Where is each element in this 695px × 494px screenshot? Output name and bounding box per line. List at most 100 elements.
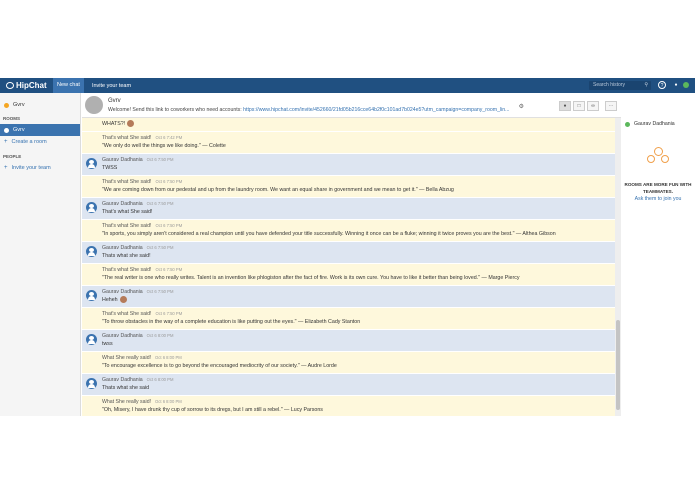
message-row: That's what She said! Oct 6 7:42 PM "We on…: [82, 132, 615, 154]
message-row: That's what She said! Oct 6 7:50 PM "In sp…: [82, 220, 615, 242]
message-row: Gaurav Dadhania Oct 6 8:00 PM twss: [82, 330, 615, 352]
message-row: Gaurav Dadhania Oct 6 7:50 PM That's what …: [82, 198, 615, 220]
message-sender[interactable]: Gaurav Dadhania: [102, 333, 143, 339]
message-row: Gaurav Dadhania Oct 6 7:50 PM Heheh: [82, 286, 615, 308]
message-sender[interactable]: Gaurav Dadhania: [102, 245, 143, 251]
invite-team-link[interactable]: Invite your team: [92, 83, 131, 89]
message-text: "The real writer is one who really write…: [102, 275, 520, 281]
person-icon: ●: [563, 103, 567, 109]
user-profile-icon[interactable]: ●: [672, 81, 680, 89]
people-header: PEOPLE: [3, 154, 22, 159]
emoticon-icon: [119, 296, 127, 304]
room-icon: [4, 127, 9, 133]
team-illustration-icon: [645, 145, 671, 171]
message-meta: Gaurav Dadhania Oct 6 7:50 PM: [102, 288, 615, 296]
new-chat-button[interactable]: New chat: [53, 78, 84, 93]
message-timestamp: Oct 6 8:00 PM: [155, 355, 182, 360]
status-icon[interactable]: [683, 82, 689, 88]
message-row: What She really said! Oct 6 8:00 PM "To en…: [82, 352, 615, 374]
message-text: "In sports, you simply aren't considered…: [102, 231, 556, 237]
hipchat-logo[interactable]: HipChat: [6, 81, 50, 90]
message-row: What She really said! Oct 6 8:00 PM "Oh, M…: [82, 396, 615, 416]
invite-team-sidebar-link[interactable]: + Invite your team: [0, 162, 80, 174]
more-options-button[interactable]: ⋯: [605, 101, 617, 111]
message-meta: That's what She said! Oct 6 7:42 PM: [102, 134, 615, 142]
message-sender[interactable]: Gaurav Dadhania: [102, 157, 143, 163]
message-sender[interactable]: What She really said!: [102, 355, 151, 361]
avatar[interactable]: [86, 202, 97, 213]
search-history-input[interactable]: Search history ⚲: [589, 81, 651, 90]
message-row: That's what She said! Oct 6 7:50 PM "To th…: [82, 308, 615, 330]
message-timestamp: Oct 6 7:50 PM: [146, 245, 174, 250]
message-sender[interactable]: That's what She said!: [102, 267, 151, 273]
avatar[interactable]: [86, 246, 97, 257]
message-sender[interactable]: That's what She said!: [102, 135, 151, 141]
message-text: twss: [102, 341, 113, 347]
message-text: WHATS?!: [102, 120, 615, 129]
message-meta: Gaurav Dadhania Oct 6 7:50 PM: [102, 200, 615, 208]
message-timestamp: Oct 6 7:50 PM: [155, 267, 183, 272]
create-room-link[interactable]: + Create a room: [0, 136, 80, 148]
message-sender[interactable]: That's what She said!: [102, 311, 151, 317]
avatar[interactable]: [86, 334, 97, 345]
message-text: That's what She said!: [102, 209, 153, 215]
gear-icon[interactable]: ⚙: [519, 103, 524, 110]
message-sender[interactable]: Gaurav Dadhania: [102, 289, 143, 295]
message-sender[interactable]: What She really said!: [102, 399, 151, 405]
rooms-header: ROOMS: [3, 116, 21, 121]
blank-top-area: [0, 0, 695, 78]
links-panel-button[interactable]: ∞: [587, 101, 599, 111]
message-text: Heheh: [102, 296, 615, 305]
message-meta: What She really said! Oct 6 8:00 PM: [102, 354, 615, 362]
message-text: "Oh, Misery, I have drunk thy cup of sor…: [102, 407, 323, 413]
room-topic: Welcome! Send this link to coworkers who…: [108, 107, 510, 113]
message-list[interactable]: WHATS?! That's what She said! Oct 6 7:42 P…: [82, 118, 615, 416]
invite-url-link[interactable]: https://www.hipchat.com/invite/452660/21…: [243, 107, 509, 113]
room-header: Gvrv Welcome! Send this link to coworker…: [82, 93, 621, 118]
message-sender[interactable]: Gaurav Dadhania: [102, 377, 143, 383]
message-timestamp: Oct 6 7:50 PM: [155, 311, 183, 316]
message-text: "We are coming down from our pedestal an…: [102, 187, 454, 193]
message-row: That's what She said! Oct 6 7:50 PM "The r…: [82, 264, 615, 286]
message-text: Thats what she said!: [102, 253, 151, 259]
avatar[interactable]: [86, 158, 97, 169]
message-timestamp: Oct 6 7:50 PM: [155, 223, 183, 228]
message-text: TWSS: [102, 165, 118, 171]
people-panel-button[interactable]: ●: [559, 101, 571, 111]
ask-to-join-link[interactable]: Ask them to join you: [621, 196, 695, 202]
chat-main: Gvrv Welcome! Send this link to coworker…: [82, 93, 621, 416]
room-avatar: [85, 96, 103, 114]
message-text: "To encourage excellence is to go beyond…: [102, 363, 337, 369]
message-row: Gaurav Dadhania Oct 6 7:50 PM TWSS: [82, 154, 615, 176]
message-meta: Gaurav Dadhania Oct 6 7:50 PM: [102, 244, 615, 252]
avatar[interactable]: [86, 378, 97, 389]
message-timestamp: Oct 6 8:00 PM: [146, 377, 174, 382]
online-status-icon: [625, 121, 630, 127]
message-sender[interactable]: That's what She said!: [102, 223, 151, 229]
message-meta: That's what She said! Oct 6 7:50 PM: [102, 266, 615, 274]
files-panel-button[interactable]: □: [573, 101, 585, 111]
member-item[interactable]: Gaurav Dadhania: [621, 117, 695, 127]
help-icon[interactable]: ?: [658, 81, 666, 89]
invite-cta-text: ROOMS ARE MORE FUN WITH TEAMMATES.: [624, 182, 692, 194]
people-panel: Gaurav Dadhania ROOMS ARE MORE FUN WITH T…: [621, 117, 695, 416]
message-meta: Gaurav Dadhania Oct 6 8:00 PM: [102, 376, 615, 384]
plus-icon: +: [4, 139, 8, 145]
room-toolbar: ● □ ∞ ⋯: [557, 101, 617, 111]
message-meta: Gaurav Dadhania Oct 6 8:00 PM: [102, 332, 615, 340]
message-sender[interactable]: Gaurav Dadhania: [102, 201, 143, 207]
sidebar-item-gvrv[interactable]: Gvrv: [0, 124, 80, 136]
more-icon: ⋯: [608, 103, 614, 109]
message-meta: That's what She said! Oct 6 7:50 PM: [102, 178, 615, 186]
avatar[interactable]: [86, 290, 97, 301]
message-row: WHATS?!: [82, 118, 615, 132]
sidebar-item-gvrv-top[interactable]: Gvrv: [0, 99, 80, 111]
scrollbar-thumb[interactable]: [616, 320, 620, 410]
chat-bubble-icon: [6, 82, 14, 89]
room-icon: [4, 102, 9, 108]
message-sender[interactable]: That's what She said!: [102, 179, 151, 185]
link-icon: ∞: [591, 103, 595, 109]
message-meta: Gaurav Dadhania Oct 6 7:50 PM: [102, 156, 615, 164]
message-meta: That's what She said! Oct 6 7:50 PM: [102, 310, 615, 318]
message-timestamp: Oct 6 7:50 PM: [146, 201, 174, 206]
